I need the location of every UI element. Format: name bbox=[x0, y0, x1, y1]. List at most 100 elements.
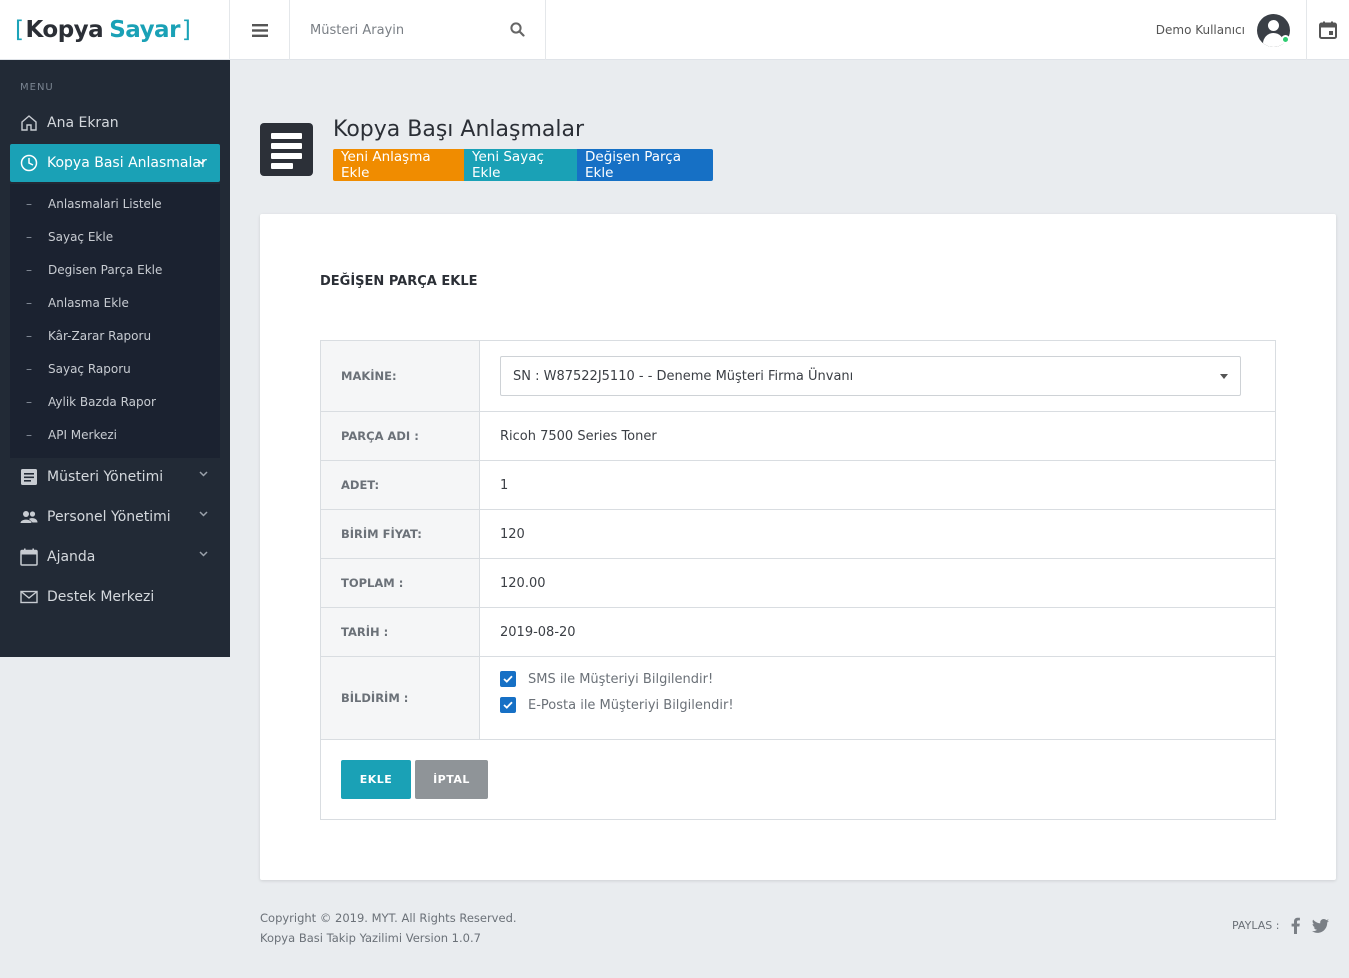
form-card: DEĞİŞEN PARÇA EKLE MAKİNE: SN : W87522J5… bbox=[260, 214, 1336, 880]
submenu-item-degisen-parca-ekle[interactable]: – Degisen Parça Ekle bbox=[26, 260, 162, 280]
share-label: PAYLAS : bbox=[1232, 919, 1280, 932]
sms-notify-checkbox[interactable]: SMS ile Müşteriyi Bilgilendir! bbox=[500, 671, 713, 687]
twitter-icon[interactable] bbox=[1312, 918, 1330, 933]
sidebar-item-destek-merkezi[interactable]: Destek Merkezi bbox=[10, 578, 220, 616]
chevron-down-icon bbox=[199, 471, 208, 477]
dropdown-arrow-icon bbox=[1220, 374, 1228, 379]
calendar-button[interactable] bbox=[1307, 0, 1349, 60]
submenu-item-label: Degisen Parça Ekle bbox=[48, 263, 163, 277]
machine-label: MAKİNE: bbox=[321, 341, 480, 411]
submenu-kopya-basi: – Anlasmalari Listele – Sayaç Ekle – Degise… bbox=[10, 184, 220, 458]
sidebar-item-ana-ekran[interactable]: Ana Ekran bbox=[10, 104, 220, 142]
new-agreement-button[interactable]: Yeni Anlaşma Ekle bbox=[333, 149, 464, 181]
total-field[interactable]: 120.00 bbox=[500, 559, 546, 607]
checkbox-checked-icon[interactable] bbox=[500, 671, 516, 687]
sidebar-item-personel-yonetimi[interactable]: Personel Yönetimi bbox=[10, 498, 220, 536]
form-title: DEĞİŞEN PARÇA EKLE bbox=[320, 274, 478, 289]
share-bar: PAYLAS : bbox=[1232, 917, 1330, 934]
part-name-label: PARÇA ADI : bbox=[321, 412, 480, 460]
menu-toggle-button[interactable] bbox=[230, 0, 290, 60]
quantity-label: ADET: bbox=[321, 461, 480, 509]
submenu-item-label: Aylik Bazda Rapor bbox=[48, 395, 156, 409]
chevron-down-icon bbox=[199, 511, 208, 517]
unit-price-label: BİRİM FİYAT: bbox=[321, 510, 480, 558]
sidebar-item-label: Ana Ekran bbox=[47, 115, 119, 131]
email-notify-label: E-Posta ile Müşteriyi Bilgilendir! bbox=[528, 697, 734, 713]
submenu-item-kar-zarar-raporu[interactable]: – Kâr-Zarar Raporu bbox=[26, 326, 151, 346]
changed-part-button[interactable]: Değişen Parça Ekle bbox=[577, 149, 713, 181]
user-menu[interactable]: Demo Kullanıcı bbox=[1140, 0, 1307, 60]
page-icon bbox=[260, 123, 313, 176]
notification-label: BİLDİRİM : bbox=[321, 657, 480, 739]
search-bar bbox=[290, 0, 546, 60]
machine-select-value: SN : W87522J5110 - - Deneme Müşteri Firm… bbox=[513, 368, 854, 384]
form-row-machine: MAKİNE: SN : W87522J5110 - - Deneme Müşt… bbox=[321, 341, 1275, 412]
submenu-item-sayac-ekle[interactable]: – Sayaç Ekle bbox=[26, 227, 113, 247]
sidebar-item-kopya-basi-anlasmalar[interactable]: Kopya Basi Anlasmalar bbox=[10, 144, 220, 182]
calendar-icon bbox=[20, 548, 38, 566]
search-input[interactable] bbox=[290, 0, 546, 60]
top-bar: [ Kopya Sayar ] Demo Kullanıcı bbox=[0, 0, 1349, 60]
checkbox-checked-icon[interactable] bbox=[500, 697, 516, 713]
sidebar-item-label: Müsteri Yönetimi bbox=[47, 469, 164, 485]
sms-notify-label: SMS ile Müşteriyi Bilgilendir! bbox=[528, 671, 714, 687]
submenu-item-sayac-raporu[interactable]: – Sayaç Raporu bbox=[26, 359, 131, 379]
sidebar-item-label: Kopya Basi Anlasmalar bbox=[47, 155, 207, 171]
footer-copyright: Copyright © 2019. MYT. All Rights Reserv… bbox=[260, 911, 517, 925]
unit-price-field[interactable]: 120 bbox=[500, 510, 525, 558]
sidebar-item-musteri-yonetimi[interactable]: Müsteri Yönetimi bbox=[10, 458, 220, 496]
date-label: TARİH : bbox=[321, 608, 480, 656]
submenu-item-label: Kâr-Zarar Raporu bbox=[48, 329, 152, 343]
cancel-button[interactable]: İPTAL bbox=[415, 760, 488, 799]
submenu-item-label: API Merkezi bbox=[48, 428, 118, 442]
brand-name-2: Sayar bbox=[109, 17, 180, 43]
submit-button[interactable]: EKLE bbox=[341, 760, 411, 799]
brand-name-1: Kopya bbox=[25, 17, 104, 43]
chevron-down-icon bbox=[197, 159, 206, 165]
form-row-part-name: PARÇA ADI : Ricoh 7500 Series Toner bbox=[321, 412, 1275, 461]
footer-version: Kopya Basi Takip Yazilimi Version 1.0.7 bbox=[260, 931, 481, 945]
form-row-unit-price: BİRİM FİYAT: 120 bbox=[321, 510, 1275, 559]
sidebar-item-label: Personel Yönetimi bbox=[47, 509, 171, 525]
page-title: Kopya Başı Anlaşmalar bbox=[333, 117, 584, 142]
mail-icon bbox=[20, 588, 38, 606]
submenu-item-api-merkezi[interactable]: – API Merkezi bbox=[26, 425, 117, 445]
date-field[interactable]: 2019-08-20 bbox=[500, 608, 576, 656]
people-icon bbox=[20, 508, 38, 526]
brand-bracket-close: ] bbox=[181, 17, 191, 43]
part-name-field[interactable]: Ricoh 7500 Series Toner bbox=[500, 412, 657, 460]
sidebar-item-label: Destek Merkezi bbox=[47, 589, 155, 605]
search-icon[interactable] bbox=[510, 22, 525, 37]
submenu-item-label: Anlasma Ekle bbox=[48, 296, 129, 310]
form-row-date: TARİH : 2019-08-20 bbox=[321, 608, 1275, 657]
email-notify-checkbox[interactable]: E-Posta ile Müşteriyi Bilgilendir! bbox=[500, 697, 734, 713]
new-counter-button[interactable]: Yeni Sayaç Ekle bbox=[464, 149, 577, 181]
submenu-item-label: Anlasmalari Listele bbox=[48, 197, 162, 211]
online-status-dot bbox=[1281, 35, 1290, 44]
calendar-icon bbox=[1319, 21, 1337, 39]
brand-bracket-open: [ bbox=[15, 17, 24, 43]
form-row-notification: BİLDİRİM : SMS ile Müşteriyi Bilgilendir… bbox=[321, 657, 1275, 740]
list-icon bbox=[20, 468, 38, 486]
quantity-field[interactable]: 1 bbox=[500, 461, 508, 509]
sidebar-item-label: Ajanda bbox=[47, 549, 96, 565]
submenu-item-aylik-bazda-rapor[interactable]: – Aylik Bazda Rapor bbox=[26, 392, 156, 412]
form-row-quantity: ADET: 1 bbox=[321, 461, 1275, 510]
facebook-icon[interactable] bbox=[1291, 917, 1301, 934]
machine-select[interactable]: SN : W87522J5110 - - Deneme Müşteri Firm… bbox=[500, 356, 1241, 396]
total-label: TOPLAM : bbox=[321, 559, 480, 607]
submenu-item-label: Sayaç Raporu bbox=[48, 362, 131, 376]
brand-logo[interactable]: [ Kopya Sayar ] bbox=[0, 0, 230, 60]
submenu-item-anlasma-ekle[interactable]: – Anlasma Ekle bbox=[26, 293, 129, 313]
chevron-down-icon bbox=[199, 551, 208, 557]
submenu-item-anlasmalari-listele[interactable]: – Anlasmalari Listele bbox=[26, 194, 162, 214]
home-icon bbox=[20, 114, 38, 132]
form-row-total: TOPLAM : 120.00 bbox=[321, 559, 1275, 608]
menu-label: MENU bbox=[20, 82, 54, 93]
form-table: MAKİNE: SN : W87522J5110 - - Deneme Müşt… bbox=[320, 340, 1276, 820]
submenu-item-label: Sayaç Ekle bbox=[48, 230, 114, 244]
sidebar: MENU Ana Ekran Kopya Basi Anlasmalar – An… bbox=[0, 60, 230, 657]
user-name: Demo Kullanıcı bbox=[1155, 23, 1245, 37]
hamburger-icon bbox=[251, 23, 268, 37]
sidebar-item-ajanda[interactable]: Ajanda bbox=[10, 538, 220, 576]
